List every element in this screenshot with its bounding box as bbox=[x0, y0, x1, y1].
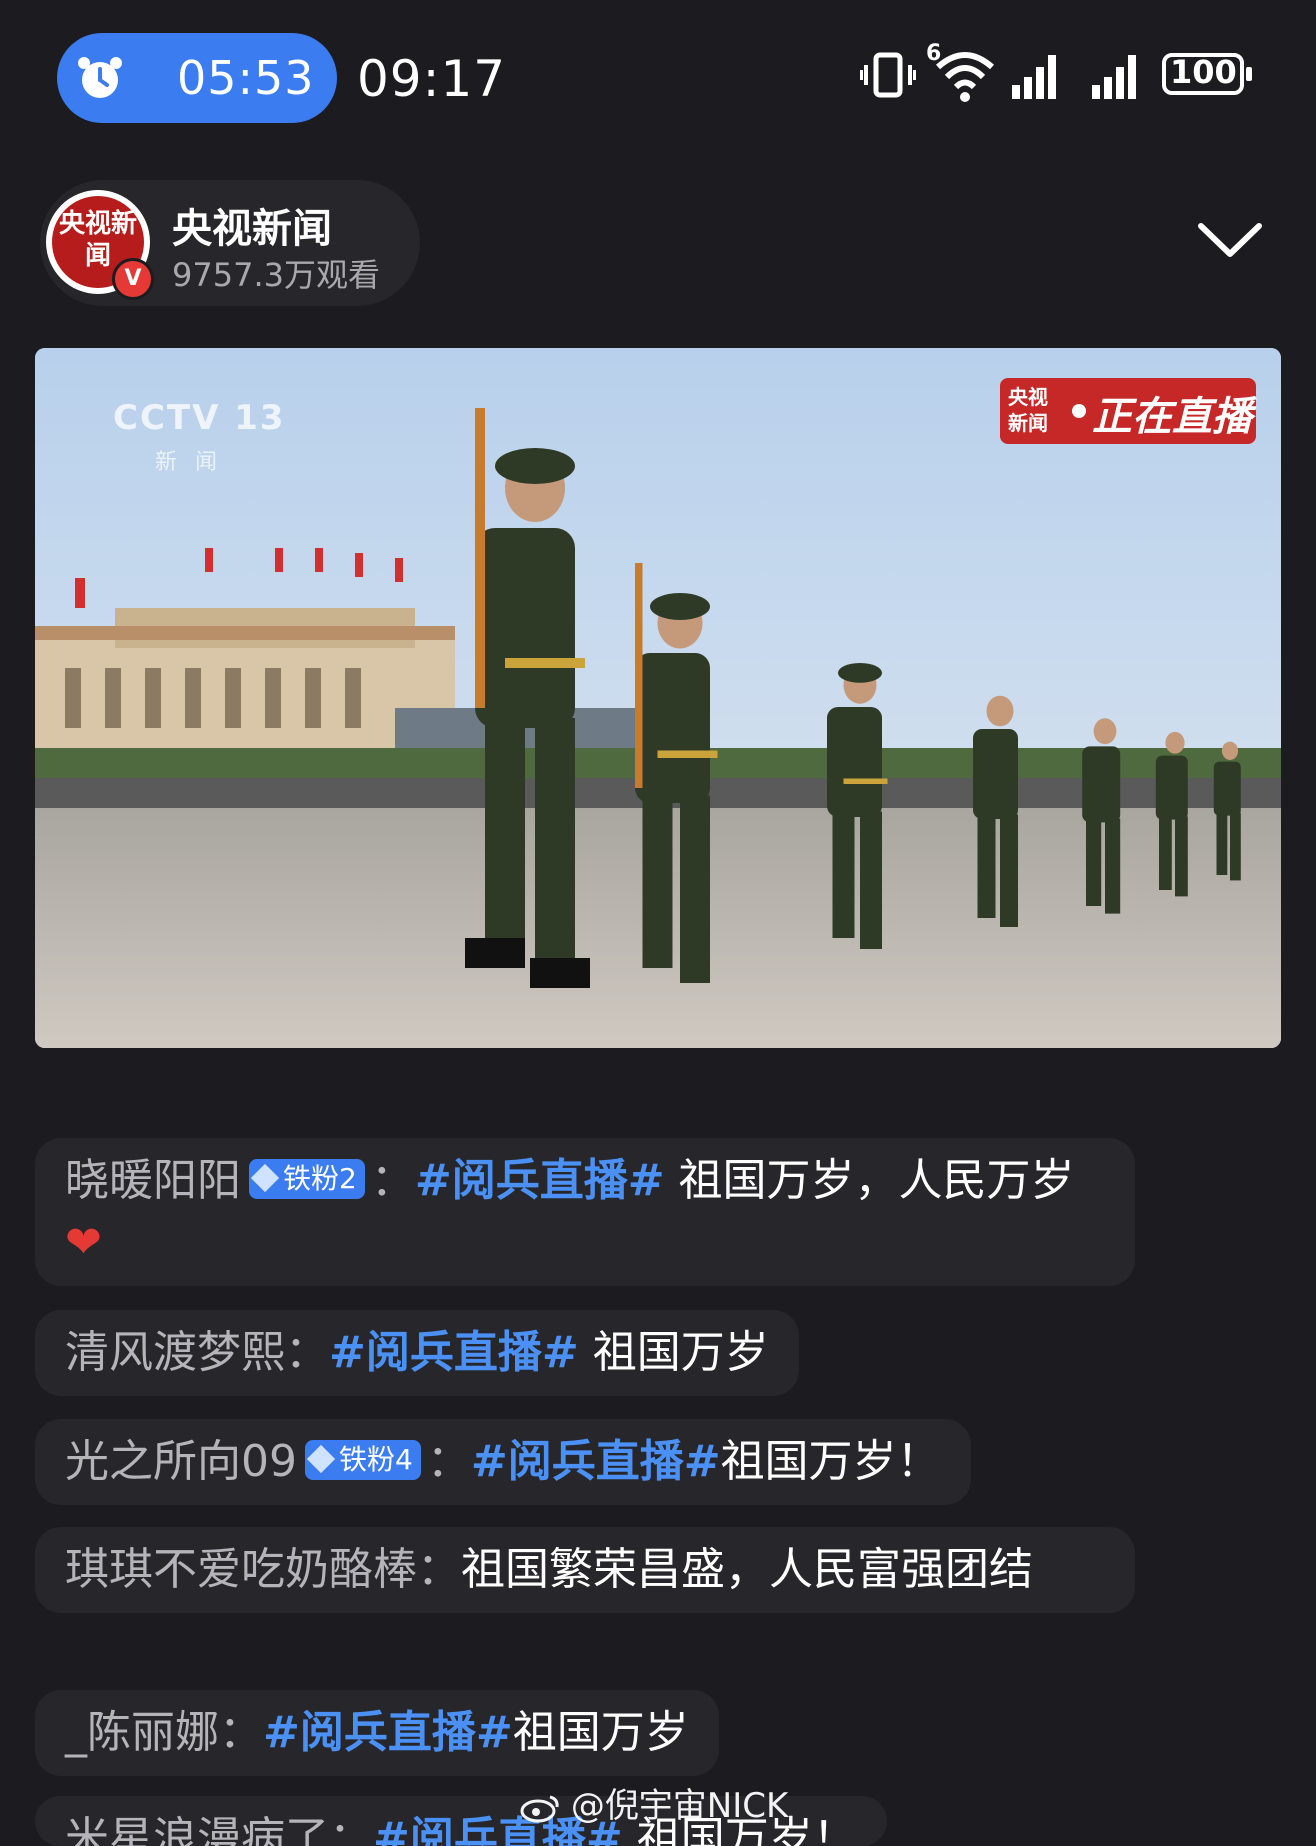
comment-item[interactable]: 琪琪不爱吃奶酪棒：祖国繁荣昌盛，人民富强团结 bbox=[35, 1527, 1135, 1613]
comment-hashtag[interactable]: #阅兵直播# bbox=[471, 1436, 721, 1487]
cctv-watermark: CCTV 13 bbox=[113, 398, 286, 438]
verified-badge-icon: V bbox=[112, 258, 154, 300]
view-count: 9757.3万观看 bbox=[172, 256, 380, 294]
live-dot-icon bbox=[1072, 404, 1086, 418]
heart-emoji-icon: ❤ bbox=[65, 1217, 102, 1268]
cctv-watermark-sub: 新闻 bbox=[155, 450, 236, 475]
battery-level: 100 bbox=[1170, 53, 1237, 91]
comment-item[interactable]: 光之所向09 铁粉4 ：#阅兵直播#祖国万岁！ bbox=[35, 1419, 971, 1505]
comment-separator: ： bbox=[417, 1544, 461, 1595]
weibo-logo-icon bbox=[520, 1795, 559, 1822]
comment-separator: ： bbox=[329, 1813, 373, 1846]
battery-icon: 100 bbox=[1162, 53, 1252, 95]
comment-hashtag[interactable]: #阅兵直播# bbox=[263, 1707, 513, 1758]
comment-user[interactable]: _陈丽娜 bbox=[65, 1707, 219, 1758]
comment-separator: ： bbox=[426, 1436, 471, 1487]
comment-item[interactable]: _陈丽娜：#阅兵直播#祖国万岁 bbox=[35, 1690, 719, 1776]
alarm-indicator[interactable]: 05:53 bbox=[57, 33, 337, 123]
comment-item[interactable]: 清风渡梦熙：#阅兵直播# 祖国万岁 bbox=[35, 1310, 799, 1396]
live-badge: 央视新闻 正在直播 bbox=[1000, 378, 1256, 444]
fan-badge-label: 铁粉4 bbox=[339, 1443, 413, 1476]
weibo-watermark: @倪宇宙NICK bbox=[520, 1778, 788, 1827]
live-badge-logo: 央视新闻 bbox=[1008, 385, 1048, 435]
comment-user[interactable]: 琪琪不爱吃奶酪棒 bbox=[65, 1544, 417, 1595]
fan-badge: 铁粉4 bbox=[305, 1440, 421, 1480]
alarm-time: 05:53 bbox=[177, 51, 315, 105]
comment-text: 祖国万岁，人民万岁 bbox=[664, 1155, 1075, 1206]
comment-separator: ： bbox=[285, 1327, 329, 1378]
comment-text: 祖国万岁 bbox=[578, 1327, 769, 1378]
comment-hashtag[interactable]: #阅兵直播# bbox=[329, 1327, 579, 1378]
wifi-icon bbox=[936, 52, 994, 102]
diamond-icon bbox=[306, 1444, 336, 1474]
fan-badge: 铁粉2 bbox=[249, 1159, 365, 1199]
chevron-down-icon[interactable] bbox=[1195, 210, 1265, 270]
vibrate-icon bbox=[860, 52, 916, 98]
comment-user[interactable]: 米星浪漫病了 bbox=[65, 1813, 329, 1846]
channel-name[interactable]: 央视新闻 bbox=[172, 196, 332, 254]
signal-2-icon bbox=[1092, 55, 1136, 99]
comment-user[interactable]: 光之所向09 bbox=[65, 1436, 297, 1487]
diamond-icon bbox=[250, 1163, 280, 1193]
watermark-text: @倪宇宙NICK bbox=[570, 1786, 789, 1826]
live-video-player[interactable]: CCTV 13 新闻 央视新闻 正在直播 bbox=[35, 348, 1281, 1048]
comment-hashtag[interactable]: #阅兵直播# bbox=[415, 1155, 665, 1206]
status-icons: 6 100 bbox=[860, 41, 1260, 105]
comment-text: 祖国繁荣昌盛，人民富强团结 bbox=[461, 1544, 1033, 1595]
live-label: 正在直播 bbox=[1092, 394, 1252, 440]
comment-user[interactable]: 清风渡梦熙 bbox=[65, 1327, 285, 1378]
comment-separator: ： bbox=[370, 1155, 415, 1206]
alarm-clock-icon bbox=[78, 57, 122, 98]
comment-user[interactable]: 晓暖阳阳 bbox=[65, 1155, 241, 1206]
comment-text: 祖国万岁！ bbox=[720, 1436, 941, 1487]
signal-1-icon bbox=[1012, 55, 1056, 99]
fan-badge-label: 铁粉2 bbox=[283, 1162, 357, 1195]
comment-separator: ： bbox=[219, 1707, 263, 1758]
comment-item[interactable]: 晓暖阳阳 铁粉2 ：#阅兵直播# 祖国万岁，人民万岁 ❤ bbox=[35, 1138, 1135, 1286]
comment-text: 祖国万岁 bbox=[512, 1707, 689, 1758]
status-bar: 05:53 09:17 6 100 bbox=[0, 0, 1316, 160]
clock-time: 09:17 bbox=[357, 50, 507, 108]
